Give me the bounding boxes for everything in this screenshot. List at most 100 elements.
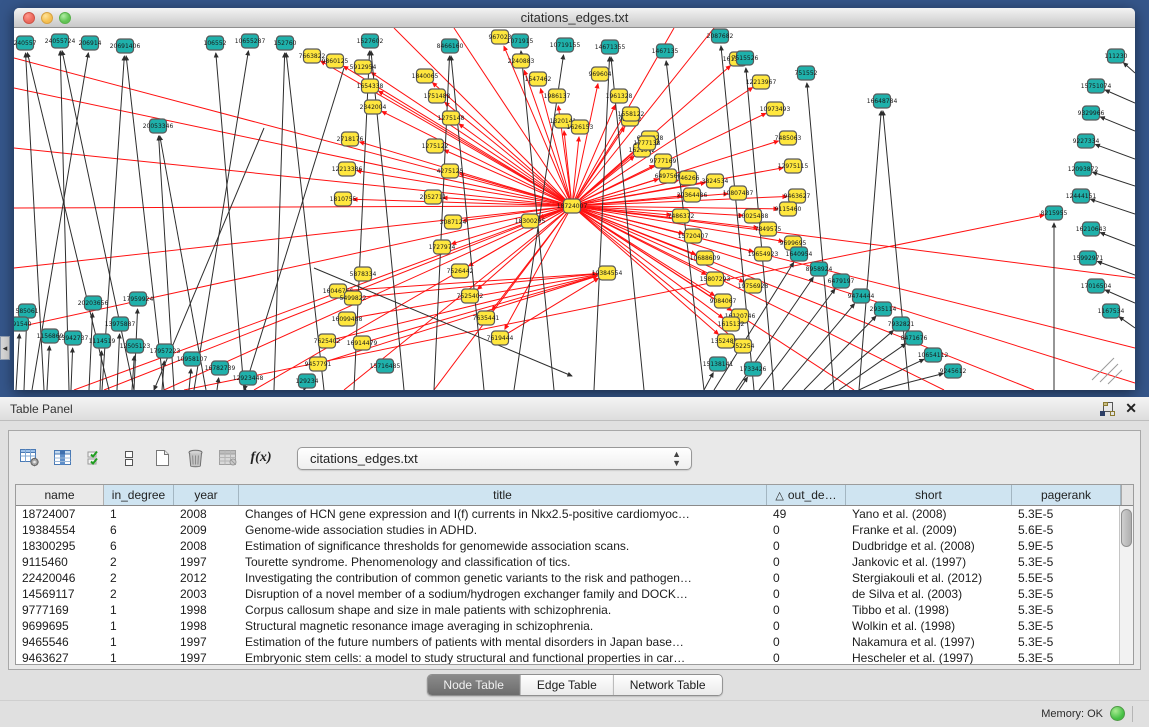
network-node[interactable]: 3087124 xyxy=(440,215,467,229)
network-node[interactable]: 9860125 xyxy=(322,54,349,68)
network-node[interactable]: 15138141 xyxy=(703,357,734,371)
table-row[interactable]: 911546021997Tourette syndrome. Phenomeno… xyxy=(16,554,1119,570)
network-node[interactable]: 1727974 xyxy=(429,240,456,254)
network-node[interactable]: 1810755 xyxy=(330,192,357,206)
network-node[interactable]: 9227334 xyxy=(1073,134,1100,148)
network-node[interactable]: 106552 xyxy=(204,36,227,50)
network-node[interactable]: 969604 xyxy=(589,67,612,81)
network-node[interactable]: 19384554 xyxy=(592,266,623,280)
network-node[interactable]: 111230 xyxy=(1105,49,1128,63)
table-row[interactable]: 1872400712008Changes of HCN gene express… xyxy=(16,506,1119,522)
network-node[interactable]: 9084067 xyxy=(710,294,737,308)
function-builder-button[interactable]: f(x) xyxy=(248,443,274,473)
network-node[interactable]: 1733426 xyxy=(740,362,767,376)
network-node[interactable]: 12093872 xyxy=(1068,162,1099,176)
table-row[interactable]: 1938455462009Genome-wide association stu… xyxy=(16,522,1119,538)
network-node[interactable]: 16914479 xyxy=(347,336,378,350)
network-node[interactable]: 1654338 xyxy=(357,79,384,93)
table-row[interactable]: 1830029562008Estimation of significance … xyxy=(16,538,1119,554)
vertical-scrollbar[interactable] xyxy=(1119,506,1133,664)
network-node[interactable]: 12213386 xyxy=(332,162,363,176)
network-node[interactable]: 129234 xyxy=(296,374,319,388)
network-node[interactable]: 8958924 xyxy=(806,262,833,276)
network-node[interactable]: 15992971 xyxy=(1073,251,1104,265)
select-rows-button[interactable] xyxy=(83,443,109,473)
network-node[interactable]: 9245612 xyxy=(940,364,967,378)
network-node[interactable]: 9329966 xyxy=(1078,106,1105,120)
column-header-year[interactable]: year xyxy=(174,485,239,505)
float-window-icon[interactable] xyxy=(1100,402,1115,416)
network-node[interactable]: 10025488 xyxy=(738,209,769,223)
network-node[interactable]: 12213967 xyxy=(746,75,777,89)
panel-collapse-handle[interactable]: ◂ xyxy=(0,336,10,360)
network-node[interactable]: 14671355 xyxy=(595,40,626,54)
network-node[interactable]: 7525402 xyxy=(457,289,484,303)
table-settings-button[interactable] xyxy=(17,443,43,473)
network-node[interactable]: 152760 xyxy=(274,36,297,50)
window-titlebar[interactable]: citations_edges.txt xyxy=(14,8,1135,28)
table-row[interactable]: 969969511998Structural magnetic resonanc… xyxy=(16,618,1119,634)
column-header-in_degree[interactable]: in_degree xyxy=(104,485,174,505)
network-node[interactable]: 1167534 xyxy=(1098,304,1125,318)
close-panel-icon[interactable]: ✕ xyxy=(1125,400,1137,417)
network-node[interactable]: 17959924 xyxy=(123,292,154,306)
network-node[interactable]: 1114519 xyxy=(89,334,116,348)
network-node[interactable]: 7849575 xyxy=(755,222,782,236)
column-header-name[interactable]: name xyxy=(16,485,104,505)
network-node[interactable]: 746266 xyxy=(677,171,700,185)
network-node[interactable]: 9457791 xyxy=(305,357,332,371)
network-node[interactable]: 9115460 xyxy=(775,202,802,216)
table-row[interactable]: 2242004622012Investigating the contribut… xyxy=(16,570,1119,586)
network-node[interactable]: 240557 xyxy=(14,36,37,50)
network-node[interactable]: 2240883 xyxy=(508,54,535,68)
network-node[interactable]: 7485063 xyxy=(775,131,802,145)
network-node[interactable]: 12444151 xyxy=(1066,189,1097,203)
table-row[interactable]: 946362711997Embryonic stem cells: a mode… xyxy=(16,650,1119,665)
table-row[interactable]: 977716911998Corpus callosum shape and si… xyxy=(16,602,1119,618)
network-node[interactable]: 9463627 xyxy=(784,189,811,203)
row-height-button[interactable] xyxy=(116,443,142,473)
network-node[interactable]: 20691406 xyxy=(110,39,141,53)
network-node[interactable]: 2718176 xyxy=(337,132,364,146)
network-node[interactable]: 1961328 xyxy=(606,89,633,103)
column-header-out_de[interactable]: △out_de… xyxy=(767,485,846,505)
network-node[interactable]: 8466160 xyxy=(437,39,464,53)
network-node[interactable]: 12923448 xyxy=(233,371,264,385)
network-node[interactable]: 1275122 xyxy=(422,139,449,153)
import-table-button[interactable] xyxy=(215,443,241,473)
tab-node-table[interactable]: Node Table xyxy=(427,675,520,695)
network-node[interactable]: 24055724 xyxy=(45,34,76,48)
show-column-button[interactable] xyxy=(50,443,76,473)
network-node[interactable]: 10655287 xyxy=(235,34,266,48)
network-node[interactable]: 1840065 xyxy=(412,69,439,83)
network-node[interactable]: 7619444 xyxy=(487,331,514,345)
column-header-pagerank[interactable]: pagerank xyxy=(1012,485,1121,505)
network-node[interactable]: 19654923 xyxy=(748,247,779,261)
network-node[interactable]: 12975115 xyxy=(778,159,809,173)
network-node[interactable]: 206914 xyxy=(79,36,102,50)
network-node[interactable]: 16648784 xyxy=(867,94,898,108)
network-node[interactable]: 2935114 xyxy=(870,302,897,316)
create-table-button[interactable] xyxy=(149,443,175,473)
network-canvas[interactable]: 1872400716154808122139671097349374850631… xyxy=(14,28,1135,390)
network-node[interactable]: 1986137 xyxy=(544,89,571,103)
network-node[interactable]: 10958107 xyxy=(177,352,208,366)
network-node[interactable]: 391540 xyxy=(14,317,32,331)
network-node[interactable]: 10719155 xyxy=(550,38,581,52)
network-node[interactable]: 1275148 xyxy=(438,111,465,125)
table-row[interactable]: 946554611997Estimation of the future num… xyxy=(16,634,1119,650)
network-node[interactable]: 7932821 xyxy=(888,317,915,331)
network-node[interactable]: 1467135 xyxy=(652,44,679,58)
network-node[interactable]: 8215955 xyxy=(1041,206,1068,220)
tab-edge-table[interactable]: Edge Table xyxy=(520,675,613,695)
network-node[interactable]: 5878334 xyxy=(350,267,377,281)
network-node[interactable]: 1527602 xyxy=(357,34,384,48)
network-node[interactable]: 751552 xyxy=(795,66,818,80)
network-node[interactable]: 16782739 xyxy=(205,361,236,375)
network-node[interactable]: 1751488 xyxy=(424,89,451,103)
table-row[interactable]: 1456911722003Disruption of a novel membe… xyxy=(16,586,1119,602)
scrollbar-thumb[interactable] xyxy=(1121,509,1132,547)
network-node[interactable]: 16210643 xyxy=(1076,222,1107,236)
network-node[interactable]: 12505123 xyxy=(120,339,151,353)
network-node[interactable]: 9474444 xyxy=(848,289,875,303)
